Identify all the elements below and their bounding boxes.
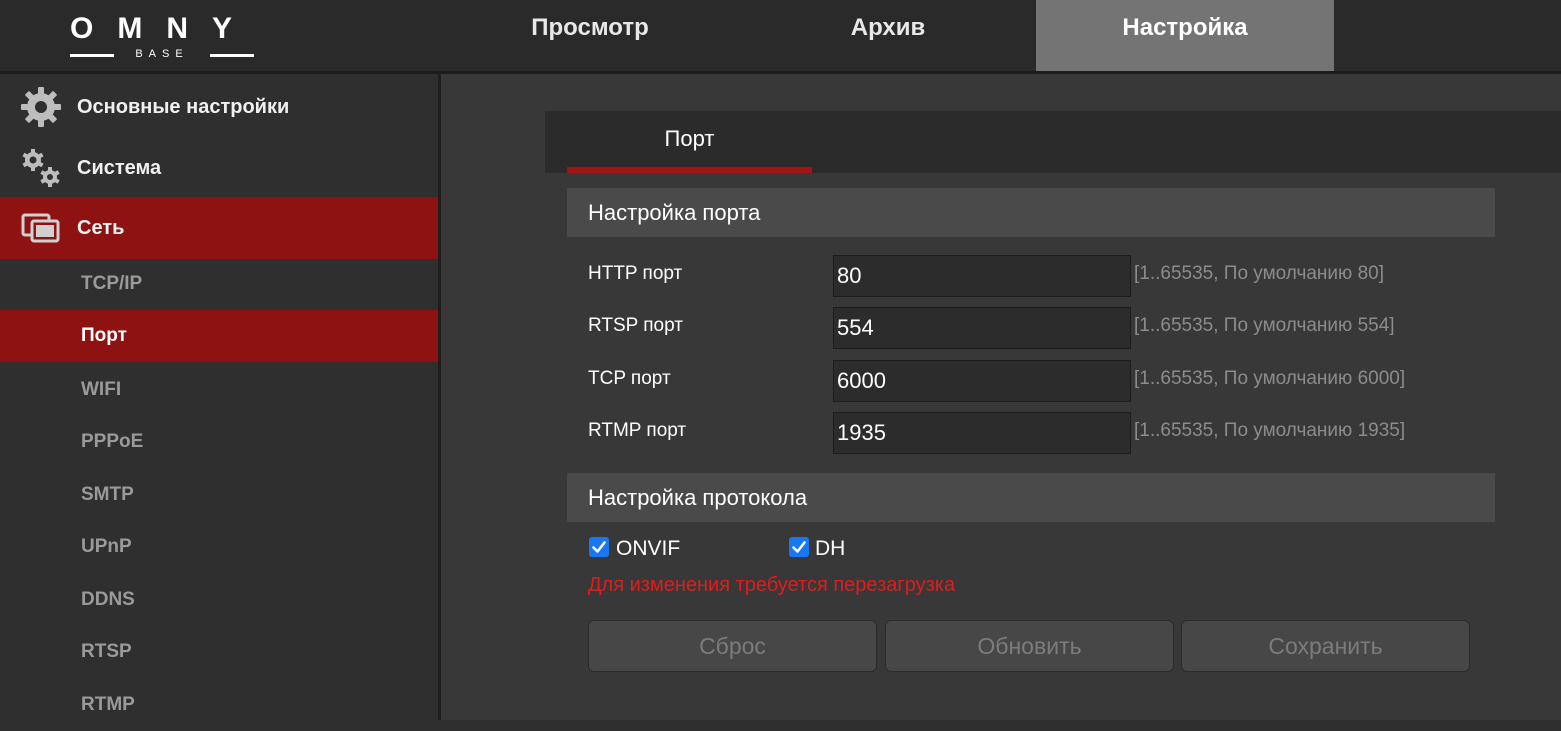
sidebar-item-network[interactable]: Сеть xyxy=(0,197,438,259)
refresh-button[interactable]: Обновить xyxy=(885,620,1174,672)
tab-archive[interactable]: Архив xyxy=(788,0,988,71)
sidebar-item-upnp[interactable]: UPnP xyxy=(0,521,438,573)
sidebar-label-network: Сеть xyxy=(77,216,125,239)
onvif-checkbox[interactable] xyxy=(589,537,609,557)
gears-icon xyxy=(20,147,62,189)
rtsp-port-label: RTSP порт xyxy=(588,315,683,336)
gear-icon xyxy=(20,86,62,128)
tab-settings[interactable]: Настройка xyxy=(1036,0,1334,71)
sidebar-item-smtp[interactable]: SMTP xyxy=(0,469,438,521)
rtmp-port-hint: [1..65535, По умолчанию 1935] xyxy=(1134,420,1406,441)
rtsp-port-hint: [1..65535, По умолчанию 554] xyxy=(1134,315,1395,336)
rtsp-port-input[interactable] xyxy=(833,307,1131,349)
network-icon xyxy=(20,207,62,249)
logo-sub-text: BASE xyxy=(135,48,189,60)
tcp-port-hint: [1..65535, По умолчанию 6000] xyxy=(1134,368,1406,389)
dh-label: DH xyxy=(815,537,846,560)
sidebar-item-port[interactable]: Порт xyxy=(0,310,438,362)
reboot-warning: Для изменения требуется перезагрузка xyxy=(588,574,956,596)
sidebar-item-pppoe[interactable]: PPPoE xyxy=(0,416,438,468)
tab-port-underline xyxy=(567,167,812,173)
protocol-section-title: Настройка протокола xyxy=(567,473,1495,522)
top-header: OMNY BASE Просмотр Архив Настройка xyxy=(0,0,1561,71)
sidebar-item-wifi[interactable]: WIFI xyxy=(0,364,438,416)
tcp-port-label: TCP порт xyxy=(588,368,671,389)
http-port-label: HTTP порт xyxy=(588,263,683,284)
http-port-hint: [1..65535, По умолчанию 80] xyxy=(1134,263,1384,284)
logo-line-left xyxy=(70,54,114,57)
sidebar-label-system: Система xyxy=(77,156,162,179)
tab-preview[interactable]: Просмотр xyxy=(490,0,690,71)
tcp-port-input[interactable] xyxy=(833,360,1131,402)
onvif-label: ONVIF xyxy=(616,537,681,560)
logo-line-right xyxy=(210,54,254,57)
sidebar-item-general-settings[interactable]: Основные настройки xyxy=(0,76,438,138)
sidebar-item-ddns[interactable]: DDNS xyxy=(0,574,438,626)
dh-checkbox[interactable] xyxy=(789,537,809,557)
sidebar-item-tcpip[interactable]: TCP/IP xyxy=(0,258,438,310)
logo-sub: BASE xyxy=(70,48,254,60)
http-port-input[interactable] xyxy=(833,255,1131,297)
rtmp-port-label: RTMP порт xyxy=(588,420,687,441)
save-button[interactable]: Сохранить xyxy=(1181,620,1470,672)
sidebar-label-general-settings: Основные настройки xyxy=(77,95,290,118)
rtmp-port-input[interactable] xyxy=(833,412,1131,454)
checkmark-icon xyxy=(792,541,806,553)
checkmark-icon xyxy=(592,541,606,553)
reset-button[interactable]: Сброс xyxy=(588,620,877,672)
port-section-title: Настройка порта xyxy=(567,188,1495,237)
sidebar-item-rtsp[interactable]: RTSP xyxy=(0,626,438,678)
tab-port[interactable]: Порт xyxy=(567,111,812,167)
logo-main-text: OMNY xyxy=(70,12,256,45)
omny-base-logo: OMNY BASE xyxy=(70,14,254,60)
sidebar-item-system[interactable]: Система xyxy=(0,137,438,199)
sidebar-item-rtmp[interactable]: RTMP xyxy=(0,679,438,731)
